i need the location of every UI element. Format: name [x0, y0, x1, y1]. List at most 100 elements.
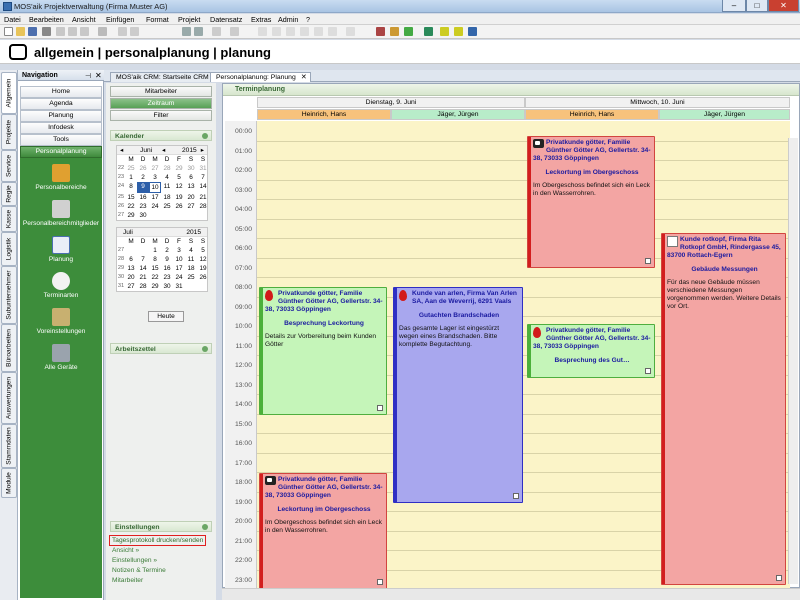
calendar-day[interactable]: 28	[161, 164, 173, 173]
nav-tools[interactable]: Tools	[20, 134, 102, 146]
menu-bearbeiten[interactable]: Bearbeiten	[29, 15, 64, 24]
notizen-termine-link[interactable]: Notizen & Termine	[112, 567, 166, 574]
calendar-day[interactable]: 31	[197, 164, 209, 173]
underline-icon[interactable]	[286, 27, 295, 36]
vtab-stammdaten[interactable]: Stammdaten	[1, 424, 17, 468]
vtab-bueroarbeiten[interactable]: Büroarbeiten	[1, 324, 17, 372]
today-button[interactable]: Heute	[148, 311, 184, 322]
vtab-subunternehmer[interactable]: Subunternehmer	[1, 266, 17, 324]
calendar-day[interactable]: 30	[161, 282, 173, 291]
menu-help[interactable]: ?	[306, 15, 310, 24]
percent-icon[interactable]	[376, 27, 385, 36]
resource-header-1[interactable]: Heinrich, Hans	[257, 109, 391, 120]
calendar-day[interactable]: 6	[185, 173, 197, 182]
calendar-day[interactable]: 24	[173, 273, 185, 282]
calendar-day[interactable]: 15	[149, 264, 161, 273]
calendar-day[interactable]: 25	[161, 202, 173, 211]
vtab-regie[interactable]: Regie	[1, 182, 17, 206]
item-planung[interactable]: Planung	[20, 236, 102, 263]
vtab-module[interactable]: Module	[1, 468, 17, 498]
calendar-day[interactable]: 7	[137, 255, 149, 264]
user-icon[interactable]	[468, 27, 477, 36]
calendar-day[interactable]: 18	[161, 193, 173, 202]
lane-heinrich-tue[interactable]: Privatkunde götter, Familie Günther Gött…	[257, 121, 391, 589]
calendar-day[interactable]: 29	[173, 164, 185, 173]
bold-icon[interactable]	[258, 27, 267, 36]
einstellungen-header[interactable]: Einstellungen	[110, 521, 212, 532]
calendar-day[interactable]: 10	[173, 255, 185, 264]
arbeitszettel-header[interactable]: Arbeitszettel	[110, 343, 212, 354]
day-header-1[interactable]: Dienstag, 9. Juni	[257, 97, 525, 108]
resource-header-3[interactable]: Heinrich, Hans	[525, 109, 659, 120]
calendar-day[interactable]: 3	[173, 246, 185, 255]
pin-icon[interactable]: ⊣	[85, 72, 91, 80]
close-icon[interactable]: ✕	[95, 71, 102, 80]
calendar-day[interactable]: 26	[197, 273, 209, 282]
calendar-day[interactable]: 19	[197, 264, 209, 273]
vertical-scrollbar[interactable]	[788, 138, 798, 584]
vtab-auswertungen[interactable]: Auswertungen	[1, 372, 17, 424]
print-icon[interactable]	[42, 27, 51, 36]
strike-icon[interactable]	[300, 27, 309, 36]
tagesprotokoll-link[interactable]: Tagesprotokoll drucken/senden	[109, 535, 207, 546]
menu-admin[interactable]: Admin	[278, 15, 298, 24]
calendar-day[interactable]: 17	[173, 264, 185, 273]
appointment[interactable]: Kunde van arlen, Firma Van Arlen SA, Aan…	[393, 287, 523, 503]
copy-icon[interactable]	[68, 27, 77, 36]
appointment[interactable]: Privatkunde götter, Familie Günther Gött…	[259, 287, 387, 415]
euro-icon[interactable]	[390, 27, 399, 36]
menu-ansicht[interactable]: Ansicht	[72, 15, 96, 24]
appointment-checkbox[interactable]	[513, 493, 519, 499]
horizontal-scrollbar[interactable]	[222, 588, 800, 600]
cut-icon[interactable]	[56, 27, 65, 36]
lane-heinrich-wed[interactable]: Privatkunde götter, Familie Günther Gött…	[525, 121, 659, 589]
arrow-down-icon[interactable]	[194, 27, 203, 36]
appointment[interactable]: Privatkunde götter, Familie Günther Gött…	[527, 324, 655, 378]
italic-icon[interactable]	[272, 27, 281, 36]
item-alle-geraete[interactable]: Alle Geräte	[20, 344, 102, 371]
align-left-icon[interactable]	[346, 27, 355, 36]
calendar-day[interactable]: 29	[149, 282, 161, 291]
calendar-day[interactable]: 1	[125, 173, 137, 182]
calendar-day[interactable]: 22	[149, 273, 161, 282]
collapse-icon[interactable]	[202, 524, 208, 530]
ansicht-link[interactable]: Ansicht »	[112, 547, 139, 554]
appointment-checkbox[interactable]	[645, 258, 651, 264]
calendar-day[interactable]: 29	[125, 211, 137, 220]
resource-header-4[interactable]: Jäger, Jürgen	[659, 109, 790, 120]
nav-home[interactable]: Home	[20, 86, 102, 98]
nav-planung[interactable]: Planung	[20, 110, 102, 122]
calendar-day[interactable]: 5	[197, 246, 209, 255]
calendar-day[interactable]: 21	[137, 273, 149, 282]
resource-header-2[interactable]: Jäger, Jürgen	[391, 109, 525, 120]
calendar-day[interactable]: 27	[125, 282, 137, 291]
calendar-day[interactable]: 2	[137, 173, 149, 182]
calendar-day[interactable]: 12	[197, 255, 209, 264]
tab-close-icon[interactable]: ✕	[301, 73, 307, 82]
redo-icon[interactable]	[130, 27, 139, 36]
open-icon[interactable]	[16, 27, 25, 36]
vtab-projekte[interactable]: Projekte	[1, 114, 17, 150]
tab-personalplanung[interactable]: Personalplanung: Planung ✕	[210, 72, 311, 82]
close-button[interactable]: ✕	[768, 0, 799, 12]
calendar-day[interactable]: 23	[137, 202, 149, 211]
link-icon[interactable]	[212, 27, 221, 36]
undo-icon[interactable]	[118, 27, 127, 36]
item-personalbereichmitglieder[interactable]: Personalbereichmitglieder	[20, 200, 102, 227]
appointment-checkbox[interactable]	[645, 368, 651, 374]
calendar-day[interactable]: 2	[161, 246, 173, 255]
calendar-day[interactable]: 11	[185, 255, 197, 264]
item-terminarten[interactable]: Terminarten	[20, 272, 102, 299]
calendar-day[interactable]: 12	[173, 182, 185, 193]
calendar-day[interactable]: 8	[149, 255, 161, 264]
calendar-day[interactable]: 4	[185, 246, 197, 255]
vtab-service[interactable]: Service	[1, 150, 17, 182]
menu-format[interactable]: Format	[146, 15, 169, 24]
tab-crm-startseite[interactable]: MOS'aik CRM: Startseite CRM	[110, 72, 215, 82]
font-size-up-icon[interactable]	[314, 27, 323, 36]
day-header-2[interactable]: Mittwoch, 10. Juni	[525, 97, 790, 108]
currency-icon[interactable]	[404, 27, 413, 36]
menu-datensatz[interactable]: Datensatz	[210, 15, 242, 24]
calendar-day[interactable]: 9	[137, 182, 149, 193]
calendar-day[interactable]: 26	[137, 164, 149, 173]
